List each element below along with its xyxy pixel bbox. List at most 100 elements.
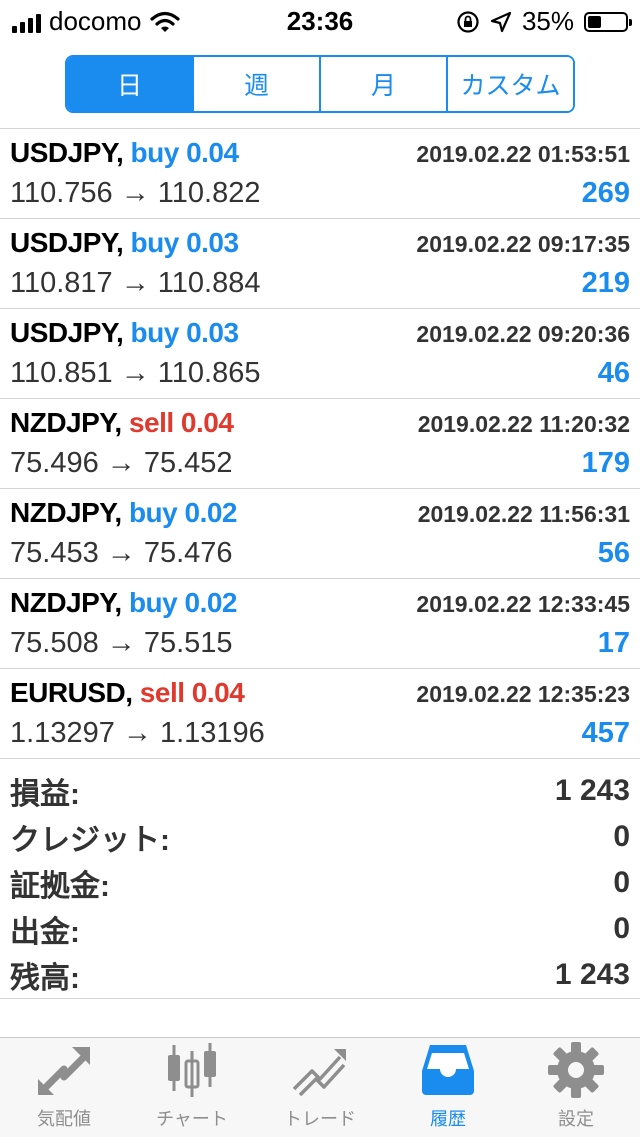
trade-symbol: USDJPY,: [10, 317, 124, 348]
trade-side: sell: [139, 677, 185, 708]
trade-side: buy: [130, 317, 180, 348]
summary-value: 0: [613, 912, 630, 945]
orientation-lock-icon: [457, 10, 479, 33]
trade-row[interactable]: USDJPY, buy 0.03 2019.02.22 09:20:36 110.8…: [0, 309, 640, 399]
trade-symbol: EURUSD,: [10, 677, 133, 708]
trade-symbol-line: NZDJPY, sell 0.04: [10, 407, 234, 439]
trade-time: 2019.02.22 01:53:51: [416, 141, 630, 167]
trade-row[interactable]: USDJPY, buy 0.03 2019.02.22 09:17:35 110.8…: [0, 219, 640, 309]
trade-profit: 56: [597, 537, 630, 569]
summary-row-margin: 証拠金: 0: [0, 860, 640, 906]
tab-label: チャート: [156, 1109, 228, 1129]
tab-label: 気配値: [37, 1109, 91, 1129]
tab-chart[interactable]: チャート: [128, 1038, 256, 1137]
battery-percent: 35%: [521, 6, 574, 36]
status-bar: docomo 23:36 35%: [0, 0, 640, 40]
trade-time: 2019.02.22 11:20:32: [417, 411, 630, 437]
account-summary: 損益: 1 243 クレジット: 0 証拠金: 0 出金: 0 残高: 1 243: [0, 768, 640, 999]
trade-prices: 75.496 → 75.452: [10, 447, 233, 479]
trade-symbol-line: NZDJPY, buy 0.02: [10, 587, 237, 619]
trade-row[interactable]: NZDJPY, buy 0.02 2019.02.22 12:33:45 75.50…: [0, 579, 640, 669]
tab-label: 設定: [558, 1109, 594, 1129]
trade-side: buy: [130, 227, 180, 258]
trade-trend-icon: [290, 1041, 350, 1099]
battery-icon: [584, 11, 632, 32]
bottom-tab-bar: 気配値 チャート トレード 履歴 設定: [0, 1037, 640, 1137]
trade-volume: 0.03: [186, 317, 239, 348]
gear-icon: [546, 1041, 606, 1099]
trade-prices: 110.851 → 110.865: [10, 357, 261, 389]
segment-month[interactable]: 月: [321, 57, 448, 111]
summary-label: 残高:: [10, 962, 80, 995]
summary-value: 1 243: [554, 958, 630, 991]
tab-history[interactable]: 履歴: [384, 1038, 512, 1137]
trade-side: buy: [130, 137, 180, 168]
trade-symbol: USDJPY,: [10, 137, 124, 168]
trade-time: 2019.02.22 12:33:45: [416, 591, 630, 617]
location-arrow-icon: [490, 11, 512, 32]
trade-symbol: NZDJPY,: [10, 587, 122, 618]
trade-symbol-line: NZDJPY, buy 0.02: [10, 497, 237, 529]
history-trade-list: USDJPY, buy 0.04 2019.02.22 01:53:51 110.7…: [0, 128, 640, 759]
summary-label: 損益:: [10, 778, 80, 811]
segment-custom[interactable]: カスタム: [448, 57, 573, 111]
summary-row-credit: クレジット: 0: [0, 814, 640, 860]
trade-symbol: NZDJPY,: [10, 407, 122, 438]
trade-profit: 457: [581, 717, 630, 749]
status-right: 35%: [456, 6, 632, 37]
summary-value: 1 243: [554, 774, 630, 807]
trade-symbol-line: EURUSD, sell 0.04: [10, 677, 245, 709]
trade-prices: 75.453 → 75.476: [10, 537, 233, 569]
trade-row[interactable]: NZDJPY, buy 0.02 2019.02.22 11:56:31 75.45…: [0, 489, 640, 579]
trade-time: 2019.02.22 11:56:31: [417, 501, 630, 527]
period-segmented-control: 日週月カスタム: [65, 55, 575, 113]
trade-symbol-line: USDJPY, buy 0.03: [10, 317, 239, 349]
summary-row-profit: 損益: 1 243: [0, 768, 640, 814]
trade-time: 2019.02.22 09:20:36: [416, 321, 630, 347]
summary-row-withdrawal: 出金: 0: [0, 906, 640, 952]
trade-symbol-line: USDJPY, buy 0.04: [10, 137, 239, 169]
trade-row[interactable]: USDJPY, buy 0.04 2019.02.22 01:53:51 110.7…: [0, 129, 640, 219]
tab-trade[interactable]: トレード: [256, 1038, 384, 1137]
candlestick-chart-icon: [162, 1041, 222, 1099]
tab-label: 履歴: [430, 1109, 466, 1129]
quotes-arrows-icon: [34, 1041, 94, 1099]
tab-settings[interactable]: 設定: [512, 1038, 640, 1137]
segment-day[interactable]: 日: [67, 57, 194, 111]
trade-time: 2019.02.22 09:17:35: [416, 231, 630, 257]
segment-week[interactable]: 週: [194, 57, 321, 111]
summary-label: クレジット:: [10, 824, 170, 857]
trade-profit: 269: [581, 177, 630, 209]
trade-symbol: NZDJPY,: [10, 497, 122, 528]
summary-label: 証拠金:: [10, 870, 110, 903]
trade-row[interactable]: EURUSD, sell 0.04 2019.02.22 12:35:23 1.13…: [0, 669, 640, 759]
trade-symbol: USDJPY,: [10, 227, 124, 258]
trade-symbol-line: USDJPY, buy 0.03: [10, 227, 239, 259]
trade-time: 2019.02.22 12:35:23: [416, 681, 630, 707]
trade-side: buy: [128, 587, 178, 618]
summary-value: 0: [613, 866, 630, 899]
trade-profit: 179: [581, 447, 630, 479]
tab-label: トレード: [284, 1109, 356, 1129]
battery-level: [588, 15, 601, 28]
summary-row-balance: 残高: 1 243: [0, 952, 640, 998]
trade-profit: 219: [581, 267, 630, 299]
trade-prices: 110.817 → 110.884: [10, 267, 261, 299]
summary-label: 出金:: [10, 916, 80, 949]
history-inbox-icon: [418, 1041, 478, 1099]
trade-volume: 0.02: [184, 497, 238, 528]
trade-volume: 0.04: [186, 137, 239, 168]
trade-volume: 0.03: [186, 227, 239, 258]
tab-quotes[interactable]: 気配値: [0, 1038, 128, 1137]
trade-side: buy: [128, 497, 178, 528]
trade-side: sell: [128, 407, 174, 438]
summary-value: 0: [613, 820, 630, 853]
trade-row[interactable]: NZDJPY, sell 0.04 2019.02.22 11:20:32 75.4…: [0, 399, 640, 489]
trade-volume: 0.04: [180, 407, 234, 438]
trade-prices: 1.13297 → 1.13196: [10, 717, 265, 749]
trade-prices: 75.508 → 75.515: [10, 627, 233, 659]
trade-volume: 0.02: [184, 587, 238, 618]
trade-profit: 17: [597, 627, 630, 659]
trade-profit: 46: [597, 357, 630, 389]
trade-volume: 0.04: [191, 677, 245, 708]
